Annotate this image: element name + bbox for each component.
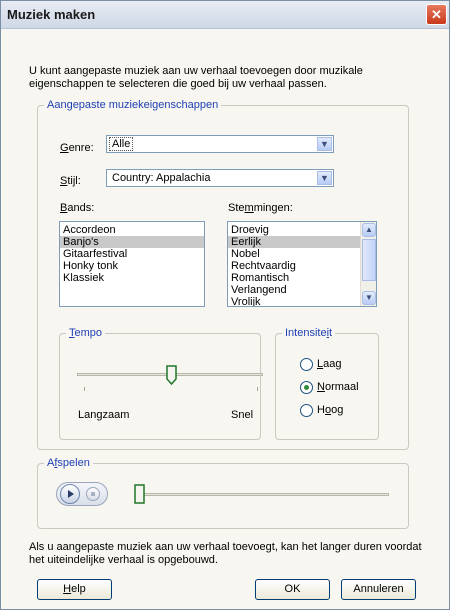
stop-button[interactable] xyxy=(86,487,100,501)
radio-checked-dot xyxy=(304,385,309,390)
tempo-max-label: Snel xyxy=(231,409,254,421)
intensity-normal-radio[interactable] xyxy=(300,381,313,394)
moods-list-item[interactable]: Vrolijk xyxy=(228,296,376,306)
moods-items: Droevig Eerlijk Nobel Rechtvaardig Romantisc… xyxy=(228,224,376,306)
tempo-tick xyxy=(84,387,85,391)
bands-list[interactable]: Accordeon Banjo's Gitaarfestival Honky tonk… xyxy=(59,221,205,307)
moods-list-item[interactable]: Rechtvaardig xyxy=(228,260,376,272)
scroll-thumb[interactable] xyxy=(362,239,376,281)
intensity-high-radio[interactable] xyxy=(300,404,313,417)
intensity-low-radio[interactable] xyxy=(300,358,313,371)
window-title: Muziek maken xyxy=(7,7,96,22)
bands-label: Bands: xyxy=(60,202,95,214)
scroll-up-button[interactable]: ▲ xyxy=(362,223,376,237)
stijl-label: Stijl: xyxy=(60,175,81,187)
ok-button[interactable]: OK xyxy=(255,579,330,600)
playback-controls xyxy=(56,482,108,506)
playback-track[interactable] xyxy=(139,493,389,496)
moods-scrollbar[interactable]: ▲ ▼ xyxy=(360,222,376,306)
cancel-button[interactable]: Annuleren xyxy=(341,579,416,600)
make-music-dialog: Muziek maken ✕ U kunt aangepaste muziek … xyxy=(0,0,450,610)
tempo-legend: Tempo xyxy=(66,327,106,339)
playback-legend: Afspelen xyxy=(44,457,93,469)
intensity-low-label: Laag xyxy=(317,358,342,370)
bands-list-item[interactable]: Klassiek xyxy=(60,272,204,284)
tempo-slider-thumb[interactable] xyxy=(166,365,177,385)
stop-icon xyxy=(91,492,95,496)
bands-list-item[interactable]: Gitaarfestival xyxy=(60,248,204,260)
close-button[interactable]: ✕ xyxy=(426,4,447,25)
bands-list-item[interactable]: Banjo's xyxy=(60,236,204,248)
stijl-select[interactable]: Country: Appalachia ▼ xyxy=(106,169,334,187)
chevron-down-icon[interactable]: ▼ xyxy=(317,171,332,185)
moods-label: Stemmingen: xyxy=(228,202,293,214)
bands-list-item[interactable]: Honky tonk xyxy=(60,260,204,272)
intro-text: U kunt aangepaste muziek aan uw verhaal … xyxy=(29,65,363,90)
intensity-normal-label: Normaal xyxy=(317,381,359,393)
chevron-down-icon: ▼ xyxy=(365,293,373,302)
stijl-value: Country: Appalachia xyxy=(112,172,211,184)
moods-list[interactable]: Droevig Eerlijk Nobel Rechtvaardig Romantisc… xyxy=(227,221,377,307)
bands-items: Accordeon Banjo's Gitaarfestival Honky tonk… xyxy=(60,224,204,284)
moods-list-item[interactable]: Eerlijk xyxy=(228,236,376,248)
genre-select[interactable]: Alle ▼ xyxy=(106,135,334,153)
footer-note: Als u aangepaste muziek aan uw verhaal t… xyxy=(29,541,422,566)
bands-list-item[interactable]: Accordeon xyxy=(60,224,204,236)
tempo-min-label: Langzaam xyxy=(78,409,130,421)
tempo-tick xyxy=(257,387,258,391)
moods-list-item[interactable]: Nobel xyxy=(228,248,376,260)
custom-music-legend: Aangepaste muziekeigenschappen xyxy=(44,99,222,111)
scroll-down-button[interactable]: ▼ xyxy=(362,291,376,305)
playback-slider-thumb[interactable] xyxy=(134,484,145,504)
chevron-up-icon: ▲ xyxy=(365,225,373,234)
title-bar[interactable]: Muziek maken ✕ xyxy=(1,1,449,29)
moods-list-item[interactable]: Verlangend xyxy=(228,284,376,296)
help-button[interactable]: Help xyxy=(37,579,112,600)
play-button[interactable] xyxy=(60,484,80,504)
close-icon: ✕ xyxy=(431,7,442,22)
tempo-group: Tempo xyxy=(59,327,261,440)
chevron-down-icon[interactable]: ▼ xyxy=(317,137,332,151)
genre-label: Genre: xyxy=(60,142,94,154)
intensity-high-label: Hoog xyxy=(317,404,344,416)
moods-list-item[interactable]: Romantisch xyxy=(228,272,376,284)
moods-list-item[interactable]: Droevig xyxy=(228,224,376,236)
genre-value: Alle xyxy=(109,137,134,151)
intensity-legend: Intensiteit xyxy=(282,327,336,339)
play-icon xyxy=(68,490,74,498)
